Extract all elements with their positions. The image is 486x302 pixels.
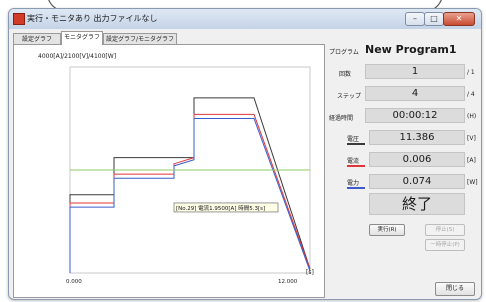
close-button[interactable]: 閉じる	[435, 282, 475, 296]
elapsed-unit: (H)	[467, 113, 477, 120]
step-unit: / 4	[467, 91, 475, 98]
power-value: 0.074	[369, 174, 465, 189]
tooltip-text: [No.29] 電流1.9500[A] 時間5.3[s]	[176, 204, 265, 212]
cycle-value: 1	[365, 64, 465, 79]
elapsed-label: 経過時間	[329, 115, 354, 122]
power-label: 電力	[347, 180, 360, 187]
power-line-swatch	[347, 187, 365, 189]
run-button[interactable]: 実行(R)	[369, 224, 405, 236]
stop-button[interactable]: 停止(S)	[425, 224, 465, 236]
program-label: プログラム	[329, 49, 359, 56]
monitor-chart: [No.29] 電流1.9500[A] 時間5.3[s]	[69, 66, 311, 274]
title-bar: 実行・モニタあり 出力ファイルなし – □ ✕	[9, 9, 481, 29]
x-axis-unit: [s]	[306, 269, 314, 276]
tab-monitor-graph[interactable]: モニタグラフ	[61, 31, 103, 45]
maximize-button[interactable]: □	[424, 12, 444, 26]
voltage-value: 11.386	[369, 130, 465, 145]
power-unit: [W]	[467, 179, 478, 186]
status-panel: プログラム New Program1 回数 1 / 1 ステップ 4 / 4 経…	[327, 31, 479, 297]
voltage-label: 電圧	[347, 136, 360, 143]
step-value: 4	[365, 86, 465, 101]
x-tick-min-label: 0.000	[66, 279, 82, 285]
program-name: New Program1	[365, 43, 457, 56]
voltage-line-swatch	[347, 143, 365, 145]
step-label: ステップ	[337, 93, 362, 100]
cycle-unit: / 1	[467, 69, 475, 76]
graph-panel: 4000[A]/2100[V]/4100[W] [No.29] 電流1.9500…	[13, 44, 325, 298]
minimize-button[interactable]: –	[405, 12, 425, 26]
window-title: 実行・モニタあり 出力ファイルなし	[27, 14, 158, 23]
current-value: 0.006	[369, 152, 465, 167]
x-tick-max-label: 12.000	[278, 279, 298, 285]
pause-button[interactable]: 一時停止(P)	[425, 239, 465, 251]
current-unit: [A]	[467, 157, 476, 164]
cycle-label: 回数	[339, 71, 352, 78]
status-display: 終了	[369, 193, 465, 215]
app-icon	[13, 13, 25, 25]
app-window: 実行・モニタあり 出力ファイルなし – □ ✕ 設定グラフ モニタグラフ 設定グ…	[8, 8, 482, 300]
elapsed-value: 00:00:12	[365, 108, 465, 123]
voltage-unit: [V]	[467, 135, 476, 142]
current-label: 電流	[347, 158, 360, 165]
close-window-button[interactable]: ✕	[443, 12, 475, 26]
current-line-swatch	[347, 165, 365, 167]
